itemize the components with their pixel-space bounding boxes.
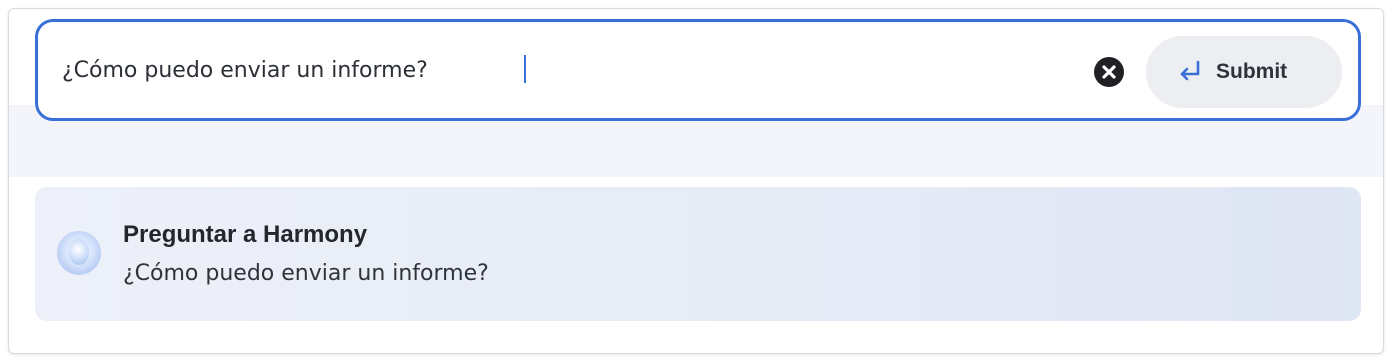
- search-input[interactable]: [62, 52, 1062, 88]
- search-box[interactable]: Submit: [35, 19, 1361, 121]
- close-circle-icon: [1102, 65, 1116, 79]
- return-arrow-icon: [1180, 60, 1200, 81]
- submit-label: Submit: [1216, 60, 1288, 83]
- harmony-orb-icon: [57, 231, 101, 275]
- ask-dialog: Submit Preguntar a Harmony ¿Cómo puedo e…: [8, 8, 1384, 354]
- clear-button[interactable]: [1094, 57, 1124, 87]
- suggestion-title: Preguntar a Harmony: [123, 221, 368, 248]
- suggestion-ask-harmony[interactable]: Preguntar a Harmony ¿Cómo puedo enviar u…: [35, 187, 1361, 321]
- text-caret: [524, 55, 526, 83]
- submit-button[interactable]: Submit: [1146, 36, 1342, 108]
- suggestion-query: ¿Cómo puedo enviar un informe?: [123, 261, 489, 286]
